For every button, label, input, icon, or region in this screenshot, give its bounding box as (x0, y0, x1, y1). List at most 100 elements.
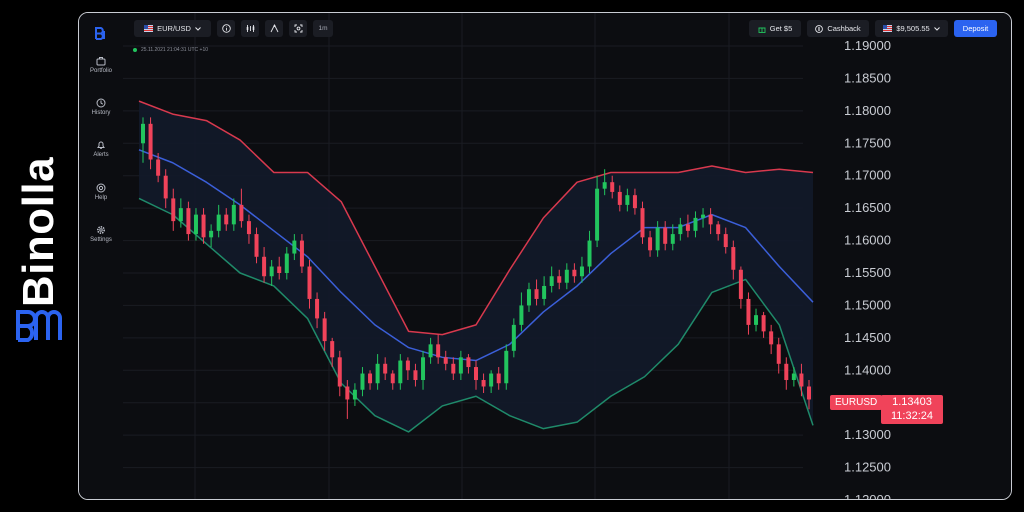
cashback-icon (815, 24, 824, 33)
candle-body (761, 315, 766, 332)
screenshot-icon (294, 24, 302, 33)
brand-strip: Binolla (0, 0, 78, 512)
get-bonus-button[interactable]: Get $5 (749, 20, 801, 37)
gift-icon (758, 27, 766, 33)
brand-logo-icon (16, 310, 62, 342)
chevron-down-icon (933, 26, 940, 31)
candle-body (451, 363, 456, 374)
candle-body (784, 363, 789, 381)
candle-body (557, 276, 562, 283)
candle-body (360, 373, 365, 390)
candle-body (738, 269, 743, 299)
sidebar: Portfolio History Alerts Help Settings (79, 13, 123, 499)
timestamp-text: 25.11.2021 21:04:31 UTC +10 (141, 47, 209, 53)
candle-body (693, 217, 698, 231)
candle-body (413, 370, 418, 381)
balance-value: $9,505.55 (896, 24, 930, 33)
brand-wordmark: Binolla (14, 156, 63, 308)
candle-body (466, 357, 471, 368)
candle-body (708, 214, 713, 225)
info-button[interactable] (217, 20, 235, 37)
candle-body (368, 373, 373, 384)
y-axis-tick-label: 1.18000 (844, 103, 891, 118)
balance-selector[interactable]: $9,505.55 (875, 20, 948, 37)
chart-timestamp: 25.11.2021 21:04:31 UTC +10 (133, 47, 208, 53)
candle-body (458, 357, 463, 374)
y-axis-tick-label: 1.14500 (844, 330, 891, 345)
sidebar-item-alerts[interactable]: Alerts (79, 140, 123, 158)
candle-body (791, 373, 796, 381)
candle-body (337, 357, 342, 387)
y-axis-tick-label: 1.18500 (844, 70, 891, 85)
screenshot-button[interactable] (289, 20, 307, 37)
y-axis-tick-label: 1.15500 (844, 265, 891, 280)
candle-body (209, 230, 214, 238)
candle-body (269, 266, 274, 277)
us-flag-icon (883, 25, 893, 32)
candle-body (776, 344, 781, 364)
candle-body (224, 214, 229, 225)
sidebar-item-label: Settings (90, 237, 112, 243)
candle-body (178, 208, 183, 222)
info-icon (221, 24, 231, 33)
candle-body (474, 367, 478, 381)
sidebar-item-portfolio[interactable]: Portfolio (79, 56, 123, 74)
bell-icon (97, 141, 105, 149)
candle-body (383, 363, 388, 374)
deposit-button[interactable]: Deposit (954, 20, 997, 37)
y-axis-tick-label: 1.17500 (844, 135, 891, 150)
candle-body (148, 123, 153, 160)
sidebar-item-history[interactable]: History (79, 98, 123, 116)
y-axis-tick-label: 1.19000 (844, 38, 891, 53)
price-chart[interactable]: 1.19000 1.18500 1.18000 1.17500 1.17000 1.165… (123, 13, 1011, 499)
current-price-box: 1.13403 11:32:24 (881, 395, 943, 424)
portfolio-icon (96, 57, 106, 66)
candle-body (511, 324, 516, 351)
candle-body (754, 315, 759, 325)
candle-body (769, 331, 774, 345)
candle-body (564, 269, 569, 283)
drawing-tools-button[interactable] (265, 20, 283, 37)
chevron-down-icon (195, 26, 201, 31)
sidebar-item-help[interactable]: Help (79, 183, 123, 201)
candle-body (731, 247, 736, 270)
candle-body (421, 357, 426, 381)
candle-body (299, 240, 304, 267)
sidebar-item-settings[interactable]: Settings (79, 225, 123, 243)
live-indicator-icon (133, 48, 137, 52)
candle-body (534, 289, 539, 299)
candle-body (443, 357, 448, 364)
us-flag-icon (144, 25, 154, 32)
timeframe-button[interactable]: 1m (313, 20, 333, 37)
candle-body (330, 341, 335, 358)
y-axis-tick-label: 1.13000 (844, 427, 891, 442)
candle-body (625, 195, 630, 205)
drawing-icon (270, 24, 278, 33)
indicators-button[interactable] (241, 20, 259, 37)
trading-app-window: Portfolio History Alerts Help Settings 1… (78, 12, 1012, 500)
indicators-icon (246, 25, 254, 32)
candle-body (163, 175, 168, 199)
candle-body (375, 363, 380, 384)
candle-body (284, 253, 289, 273)
candle-body (239, 204, 244, 222)
candle-body (352, 389, 357, 400)
candle-body (307, 266, 312, 299)
get-bonus-label: Get $5 (769, 24, 793, 33)
candle-body (481, 380, 486, 387)
candle-body (231, 204, 236, 225)
app-logo-icon[interactable] (93, 25, 109, 41)
candle-body (436, 344, 441, 358)
cashback-button[interactable]: Cashback (807, 20, 869, 37)
candle-body (201, 214, 206, 238)
candle-countdown: 11:32:24 (890, 410, 933, 422)
candle-body (428, 344, 433, 358)
asset-selector[interactable]: EUR/USD (134, 20, 211, 37)
y-axis-tick-label: 1.12500 (844, 460, 891, 475)
y-axis-tick-label: 1.16500 (844, 200, 891, 215)
candle-body (807, 386, 811, 400)
help-icon (96, 183, 106, 193)
sidebar-item-label: Help (94, 195, 108, 201)
candle-body (549, 276, 554, 286)
candle-body (216, 214, 221, 231)
